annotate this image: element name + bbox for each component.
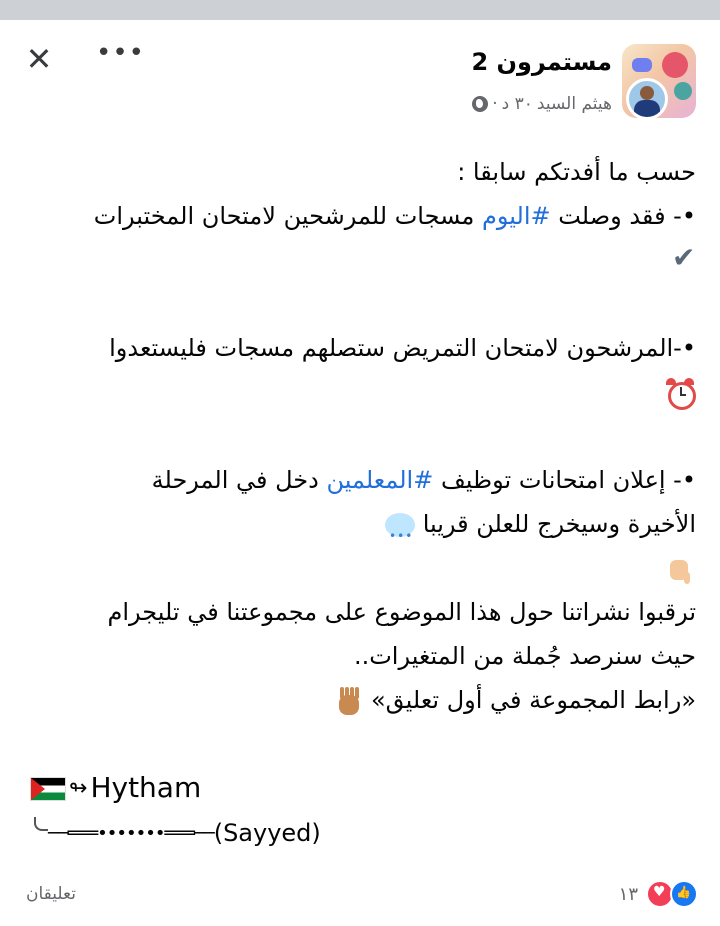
post-line-4: •-المرشحون لامتحان التمريض ستصلهم مسجات …	[109, 334, 696, 362]
post-line-10: حيث سنرصد جُملة من المتغيرات..	[353, 642, 696, 670]
page-avatar[interactable]	[622, 44, 696, 118]
page-name[interactable]: مستمرون 2	[471, 48, 612, 76]
author-name[interactable]: هيثم السيد	[537, 94, 612, 114]
corner-decoration	[34, 817, 48, 831]
post-line-7: الأخيرة وسيخرج للعلن قريبا	[26, 502, 696, 558]
top-strip	[0, 0, 720, 20]
signature-arrow: ↬	[69, 776, 88, 801]
post-line-9: ترقبوا نشراتنا حول هذا الموضوع على مجموع…	[107, 598, 696, 626]
meta-separator: ·	[492, 94, 498, 114]
signature-dashes: ──═══•••••••═══──	[48, 823, 215, 844]
post-line-1: حسب ما أفدتكم سابقا :	[457, 158, 696, 186]
post-meta: هيثم السيد ٣٠ د ·	[472, 94, 612, 114]
speech-bubble-icon	[385, 513, 416, 558]
hashtag-today[interactable]: #اليوم	[482, 202, 551, 230]
post-time[interactable]: ٣٠ د	[502, 94, 533, 114]
raised-hand-icon	[333, 685, 363, 717]
post-line-2: •- فقد وصلت #اليوم مسجات للمرشحين لامتحا…	[93, 202, 696, 230]
pointing-hand-icon	[666, 554, 696, 584]
globe-icon	[472, 96, 489, 112]
post-line-5	[26, 370, 696, 414]
reaction-count: ١٣	[618, 883, 638, 905]
comments-count-link[interactable]: تعليقان	[26, 884, 76, 904]
author-avatar[interactable]	[626, 78, 668, 118]
hashtag-teachers[interactable]: #المعلمين	[326, 466, 433, 494]
more-options-icon[interactable]: •••	[96, 40, 144, 74]
post-line-3	[26, 236, 696, 282]
signature-line-1: ↬ Hytham	[30, 770, 201, 807]
post-line-11: «رابط المجموعة في أول تعليق»	[26, 678, 696, 722]
post-header	[0, 20, 720, 128]
palestine-flag-icon	[30, 777, 66, 801]
signature-surname: (Sayyed)	[213, 819, 321, 847]
signature-line-2: ──═══•••••••═══──(Sayyed)	[34, 815, 321, 852]
post-body: حسب ما أفدتكم سابقا : •- فقد وصلت #اليوم…	[26, 150, 696, 722]
like-icon	[670, 880, 698, 908]
close-icon[interactable]: ✕	[22, 42, 56, 76]
signature-name: Hytham	[90, 771, 202, 804]
post-line-6: •- إعلان امتحانات توظيف #المعلمين دخل في…	[151, 466, 696, 494]
reactions-summary[interactable]: ١٣	[619, 880, 698, 908]
post-line-8	[26, 546, 696, 590]
alarm-clock-icon	[666, 378, 696, 410]
post-footer: تعليقان ١٣	[0, 870, 720, 926]
check-mark-icon	[672, 236, 696, 280]
